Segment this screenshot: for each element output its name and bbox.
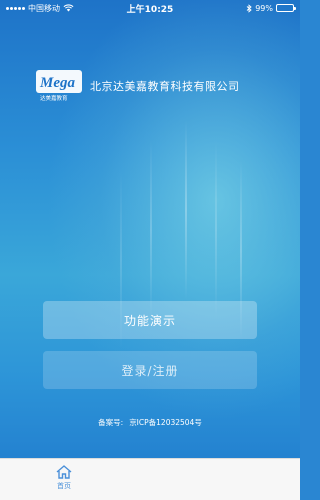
bluetooth-icon — [246, 3, 252, 13]
status-time: 上午10:25 — [126, 4, 174, 15]
login-register-button[interactable]: 登录/注册 — [43, 351, 257, 389]
home-icon — [56, 465, 72, 479]
demo-button[interactable]: 功能演示 — [43, 301, 257, 339]
logo-caption: 达美嘉教育 — [40, 94, 68, 102]
company-name: 北京达美嘉教育科技有限公司 — [90, 80, 240, 93]
light-streak — [215, 140, 217, 320]
wifi-icon — [63, 4, 74, 12]
light-streak — [150, 140, 152, 320]
battery-percent: 99% — [255, 3, 273, 13]
icp-record: 备案号: 京ICP备12032504号 — [0, 417, 300, 428]
status-bar: 中国移动 上午10:25 99% — [0, 0, 300, 16]
status-left: 中国移动 — [6, 3, 116, 14]
icp-number: 京ICP备12032504号 — [129, 418, 202, 427]
signal-icon — [6, 6, 25, 10]
mega-logo: Mega 达美嘉教育 — [36, 70, 82, 102]
icp-label: 备案号: — [98, 418, 124, 427]
tab-home-label: 首页 — [57, 482, 71, 490]
tab-home[interactable]: 首页 — [44, 465, 84, 491]
logo-text: Mega — [39, 75, 75, 91]
status-right: 99% — [184, 3, 296, 13]
battery-icon — [276, 4, 296, 12]
tab-bar: 首页 — [0, 458, 300, 500]
carrier-name: 中国移动 — [28, 3, 60, 13]
app-background: 中国移动 上午10:25 99% Mega 达美嘉教育 北京达美嘉教育科技有限公… — [0, 0, 300, 500]
brand-header: Mega 达美嘉教育 北京达美嘉教育科技有限公司 — [36, 70, 240, 102]
light-streak — [185, 120, 187, 300]
